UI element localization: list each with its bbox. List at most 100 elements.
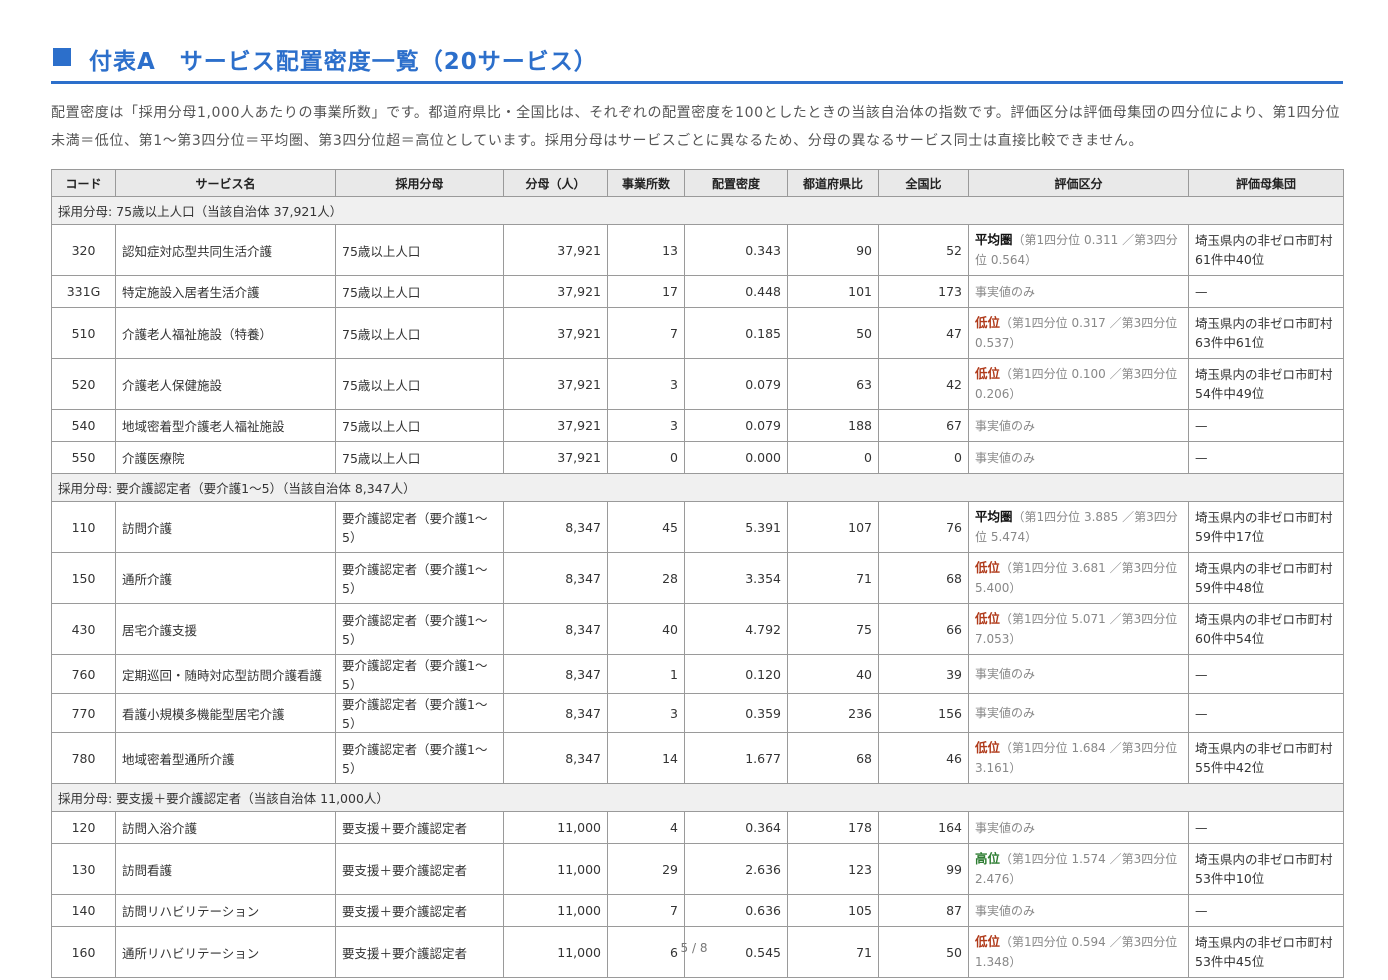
service-name-cell: 特定施設入居者生活介護 [115,275,336,308]
code-cell: 110 [51,501,116,553]
table-row: 331G 特定施設入居者生活介護 75歳以上人口 37,921 17 0.448 101 17… [51,275,1344,308]
quartile-note: （第1四分位 3.681 ／第3四分位 5.400） [975,561,1178,595]
population-scope: 埼玉県内の非ゼロ市町村 [1195,612,1333,627]
population-scope: — [1195,705,1208,721]
population-scope: — [1195,450,1208,465]
basis-cell: 要介護認定者（要介護1～5） [335,501,504,553]
denominator-cell: 8,347 [503,693,608,733]
density-cell: 0.185 [684,307,788,359]
office-count-cell: 4 [607,811,685,844]
density-cell: 0.079 [684,409,788,442]
evaluation-cell: 低位（第1四分位 0.100 ／第3四分位 0.206） [968,358,1189,410]
denominator-cell: 8,347 [503,603,608,655]
pref-ratio-cell: 63 [787,358,879,410]
denominator-cell: 11,000 [503,894,608,927]
table-row: 140 訪問リハビリテーション 要支援＋要介護認定者 11,000 7 0.636 105 8… [51,894,1344,927]
office-count-cell: 1 [607,654,685,694]
evaluation-label: 高位 [975,851,1001,866]
basis-cell: 75歳以上人口 [335,224,504,276]
table-row: 520 介護老人保健施設 75歳以上人口 37,921 3 0.079 63 42 低位（第1四… [51,358,1344,410]
national-ratio-cell: 39 [878,654,969,694]
evaluation-cell: 事実値のみ [968,811,1189,844]
table-row: 780 地域密着型通所介護 要介護認定者（要介護1～5） 8,347 14 1.677 68… [51,732,1344,784]
basis-cell: 要支援＋要介護認定者 [335,843,504,895]
population-rank: 59件中17位 [1195,529,1265,544]
table-row: 110 訪問介護 要介護認定者（要介護1～5） 8,347 45 5.391 107 76 平均… [51,501,1344,553]
evaluation-cell: 事実値のみ [968,275,1189,308]
density-cell: 0.079 [684,358,788,410]
pref-ratio-cell: 123 [787,843,879,895]
office-count-cell: 7 [607,894,685,927]
population-scope: 埼玉県内の非ゼロ市町村 [1195,233,1333,248]
header-population: 評価母集団 [1188,169,1344,197]
denominator-cell: 37,921 [503,358,608,410]
evaluation-label: 低位 [975,560,1001,575]
evaluation-label: 事実値のみ [975,820,1036,835]
service-name-cell: 通所介護 [115,552,336,604]
header-code: コード [51,169,116,197]
population-scope: — [1195,284,1208,299]
page-number: 5 / 8 [680,941,708,955]
basis-cell: 75歳以上人口 [335,409,504,442]
population-cell: — [1188,894,1344,927]
group-header-row: 採用分母: 75歳以上人口（当該自治体 37,921人） [51,196,1344,225]
header-evaluation: 評価区分 [968,169,1189,197]
group-label: 採用分母: 75歳以上人口（当該自治体 37,921人） [51,196,1344,225]
national-ratio-cell: 164 [878,811,969,844]
population-rank: 53件中10位 [1195,871,1265,886]
table-header-row: コード サービス名 採用分母 分母（人） 事業所数 配置密度 都道府県比 全国比… [51,169,1344,197]
evaluation-cell: 事実値のみ [968,894,1189,927]
population-rank: 54件中49位 [1195,386,1265,401]
evaluation-label: 低位 [975,611,1001,626]
pref-ratio-cell: 188 [787,409,879,442]
office-count-cell: 3 [607,358,685,410]
office-count-cell: 7 [607,307,685,359]
density-cell: 2.636 [684,843,788,895]
denominator-cell: 37,921 [503,441,608,474]
header-density: 配置密度 [684,169,788,197]
service-name-cell: 定期巡回・随時対応型訪問介護看護 [115,654,336,694]
pref-ratio-cell: 71 [787,552,879,604]
national-ratio-cell: 52 [878,224,969,276]
population-rank: 61件中40位 [1195,252,1265,267]
quartile-note: （第1四分位 1.684 ／第3四分位 3.161） [975,741,1178,775]
pref-ratio-cell: 178 [787,811,879,844]
table-row: 130 訪問看護 要支援＋要介護認定者 11,000 29 2.636 123 99 高位（第1… [51,843,1344,895]
evaluation-label: 低位 [975,315,1001,330]
national-ratio-cell: 47 [878,307,969,359]
header-office-count: 事業所数 [607,169,685,197]
service-name-cell: 訪問介護 [115,501,336,553]
office-count-cell: 17 [607,275,685,308]
evaluation-label: 事実値のみ [975,706,1036,720]
table-row: 540 地域密着型介護老人福祉施設 75歳以上人口 37,921 3 0.079 188 67… [51,409,1344,442]
service-name-cell: 介護老人福祉施設（特養） [115,307,336,359]
density-cell: 0.359 [684,693,788,733]
office-count-cell: 14 [607,732,685,784]
description-text: 配置密度は「採用分母1,000人あたりの事業所数」です。都道府県比・全国比は、そ… [51,105,1341,149]
code-cell: 770 [51,693,116,733]
service-name-cell: 介護老人保健施設 [115,358,336,410]
service-name-cell: 介護医療院 [115,441,336,474]
national-ratio-cell: 46 [878,732,969,784]
national-ratio-cell: 76 [878,501,969,553]
pref-ratio-cell: 68 [787,732,879,784]
quartile-note: （第1四分位 0.317 ／第3四分位 0.537） [975,316,1178,350]
table-row: 770 看護小規模多機能型居宅介護 要介護認定者（要介護1～5） 8,347 3 0.35… [51,693,1344,733]
population-cell: 埼玉県内の非ゼロ市町村 53件中10位 [1188,843,1344,895]
population-scope: — [1195,903,1208,918]
code-cell: 140 [51,894,116,927]
code-cell: 520 [51,358,116,410]
pref-ratio-cell: 90 [787,224,879,276]
pref-ratio-cell: 107 [787,501,879,553]
basis-cell: 75歳以上人口 [335,358,504,410]
population-cell: — [1188,441,1344,474]
national-ratio-cell: 87 [878,894,969,927]
evaluation-cell: 低位（第1四分位 5.071 ／第3四分位 7.053） [968,603,1189,655]
population-cell: — [1188,275,1344,308]
evaluation-cell: 平均圏（第1四分位 0.311 ／第3四分位 0.564） [968,224,1189,276]
denominator-cell: 8,347 [503,501,608,553]
pref-ratio-cell: 0 [787,441,879,474]
population-cell: — [1188,811,1344,844]
population-cell: 埼玉県内の非ゼロ市町村 59件中17位 [1188,501,1344,553]
national-ratio-cell: 67 [878,409,969,442]
